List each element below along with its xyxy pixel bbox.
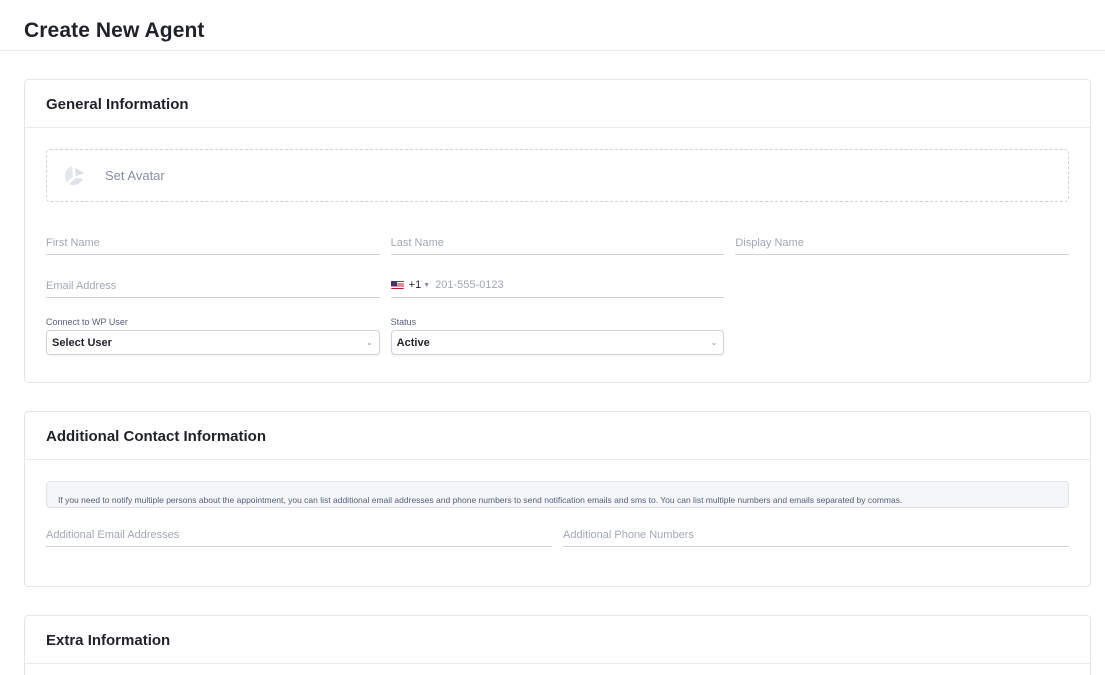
first-name-label: First Name xyxy=(46,237,100,249)
additional-contact-card: Additional Contact Information If you ne… xyxy=(24,411,1091,587)
additional-phones-label: Additional Phone Numbers xyxy=(563,529,694,541)
phone-input-content: +1 ▼ 201-555-0123 xyxy=(390,279,504,291)
last-name-label: Last Name xyxy=(390,237,444,249)
additional-contact-header: Additional Contact Information xyxy=(25,412,1090,460)
content: General Information Set Avatar First Nam… xyxy=(0,51,1105,675)
wp-user-value: Select User xyxy=(52,336,112,349)
info-notice-text: If you need to notify multiple persons a… xyxy=(58,495,903,505)
page-header: Create New Agent xyxy=(0,0,1105,51)
general-information-header: General Information xyxy=(25,80,1090,128)
info-notice: If you need to notify multiple persons a… xyxy=(46,481,1069,508)
avatar-placeholder-icon xyxy=(65,165,84,185)
wp-user-select[interactable]: Select User ⌄ xyxy=(46,330,380,355)
extra-information-card: Extra Information xyxy=(24,615,1091,675)
additional-emails-label: Additional Email Addresses xyxy=(46,529,180,541)
country-chevron-down-icon[interactable]: ▼ xyxy=(423,282,430,289)
additional-emails-field[interactable]: Additional Email Addresses xyxy=(46,508,552,547)
phone-field[interactable]: +1 ▼ 201-555-0123 xyxy=(390,263,725,298)
set-avatar-label: Set Avatar xyxy=(105,168,165,183)
page-title: Create New Agent xyxy=(24,19,205,42)
first-name-field[interactable]: First Name xyxy=(46,220,380,255)
phone-placeholder: 201-555-0123 xyxy=(435,279,504,291)
additional-contact-body: If you need to notify multiple persons a… xyxy=(25,460,1090,547)
display-name-label: Display Name xyxy=(735,237,804,249)
chevron-down-icon: ⌄ xyxy=(710,338,718,347)
set-avatar-button[interactable]: Set Avatar xyxy=(46,149,1069,202)
email-field[interactable]: Email Address xyxy=(46,263,380,298)
wp-user-label: Connect to WP User xyxy=(46,317,128,327)
last-name-field[interactable]: Last Name xyxy=(390,220,725,255)
us-flag-icon[interactable] xyxy=(390,281,404,289)
country-dial-code[interactable]: +1 xyxy=(409,279,422,291)
general-information-body: Set Avatar First Name Last Name Display … xyxy=(25,128,1090,355)
email-label: Email Address xyxy=(46,280,117,292)
empty-cell xyxy=(735,317,1069,355)
empty-cell xyxy=(735,263,1069,298)
status-value: Active xyxy=(396,336,430,349)
status-group: Status Active ⌄ xyxy=(390,317,725,355)
general-information-title: General Information xyxy=(46,96,189,113)
additional-phones-field[interactable]: Additional Phone Numbers xyxy=(563,508,1069,547)
extra-information-header: Extra Information xyxy=(25,616,1090,664)
display-name-field[interactable]: Display Name xyxy=(735,220,1070,255)
status-label: Status xyxy=(390,317,417,327)
chevron-down-icon: ⌄ xyxy=(365,338,373,347)
additional-contact-title: Additional Contact Information xyxy=(46,428,266,445)
extra-information-title: Extra Information xyxy=(46,632,171,649)
wp-user-group: Connect to WP User Select User ⌄ xyxy=(46,317,380,355)
status-select[interactable]: Active ⌄ xyxy=(390,330,725,355)
general-information-card: General Information Set Avatar First Nam… xyxy=(24,79,1091,383)
